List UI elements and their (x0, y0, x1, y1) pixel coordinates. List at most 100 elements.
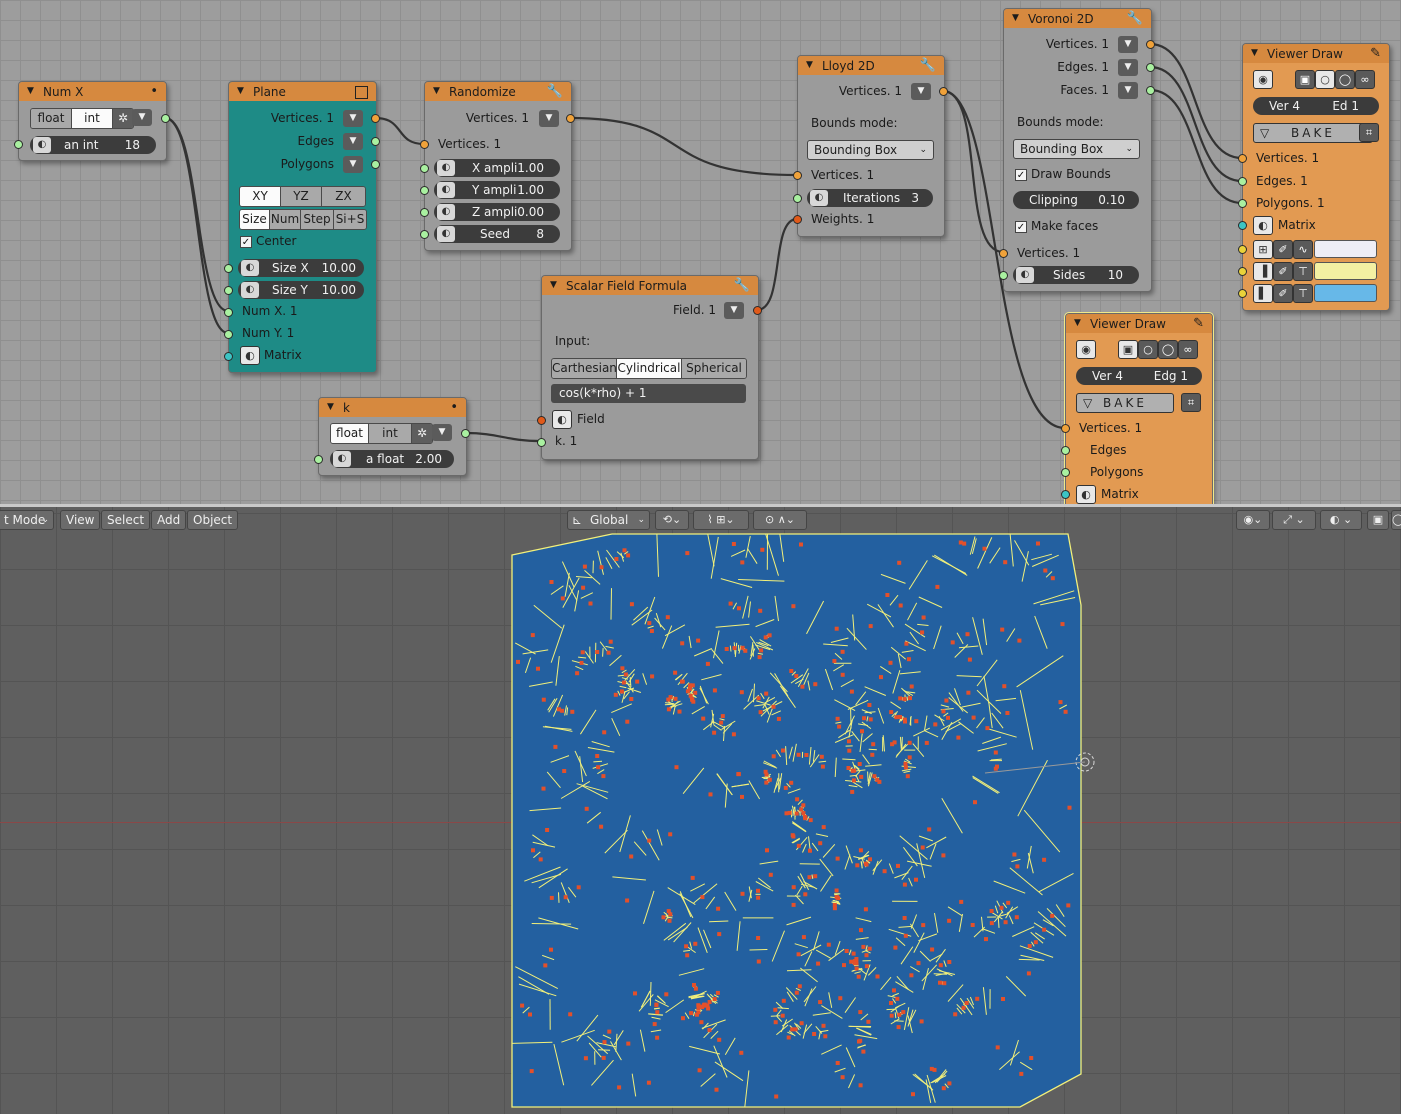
dropdown-button[interactable]: ▼ (724, 302, 744, 319)
socket-input-field[interactable] (537, 416, 546, 425)
node-editor[interactable]: ▼ Num X • float int ✲ ▼ ◐ an int 18 ▼ Pl… (0, 0, 1401, 504)
overlay-icon[interactable]: ◐ ⌄ (1320, 510, 1362, 530)
collapse-icon[interactable]: ▼ (433, 86, 440, 96)
eye-icon[interactable]: ◉ (1253, 70, 1273, 89)
socket-input-vertices[interactable] (1238, 154, 1247, 163)
dropdown-button[interactable]: ▼ (911, 83, 931, 100)
draw-bounds-checkbox[interactable]: ✓ (1015, 169, 1027, 181)
int-value-field[interactable]: ◐ an int 18 (30, 136, 156, 154)
visibility-icon[interactable]: ◉⌄ (1236, 510, 1270, 530)
curve-icon[interactable]: ∿ (1293, 240, 1313, 259)
mode-sis[interactable]: Si+S (334, 210, 366, 229)
socket-input-edges[interactable] (1238, 177, 1247, 186)
socket-output-polygons[interactable] (371, 160, 380, 169)
socket-toggle-icon[interactable]: ◐ (241, 282, 259, 298)
type-float[interactable]: float (31, 109, 72, 128)
node-scalar-field-formula[interactable]: ▼ Scalar Field Formula 🔧 Field. 1 ▼ Inpu… (537, 275, 762, 460)
socket-input-size-y[interactable] (224, 286, 233, 295)
dropdown-button[interactable]: ▼ (343, 110, 363, 127)
mode-step[interactable]: Step (301, 210, 334, 229)
size-x-field[interactable]: ◐ Size X 10.00 (238, 259, 364, 277)
socket-output-vertices[interactable] (566, 114, 575, 123)
type-toggle[interactable]: float int ✲ (330, 423, 433, 444)
socket-input-iterations[interactable] (793, 194, 802, 203)
proportional-edit-icon[interactable]: ⊙ ∧⌄ (753, 510, 807, 530)
coord-carthesian[interactable]: Carthesian (552, 359, 617, 378)
size-mode-toggle[interactable]: Size Num Step Si+S (239, 209, 367, 230)
formula-input[interactable]: cos(k*rho) + 1 (551, 384, 746, 403)
wire-icon[interactable]: ○ (1138, 340, 1158, 359)
socket-toggle-icon[interactable]: ◐ (437, 204, 455, 220)
node-header[interactable]: ▼ Randomize 🔧 (425, 82, 571, 101)
socket-toggle-icon[interactable]: ◐ (437, 160, 455, 176)
socket-output-vertices[interactable] (939, 87, 948, 96)
node-header[interactable]: ▼ k • (319, 398, 466, 417)
socket-input-matrix[interactable] (1238, 221, 1247, 230)
collapse-icon[interactable]: ▼ (806, 60, 813, 70)
coord-cylindrical[interactable]: Cylindrical (617, 359, 682, 378)
cube-icon[interactable]: ▣ (1295, 70, 1315, 89)
bounds-mode-select[interactable]: Bounding Box ⌄ (1013, 139, 1140, 159)
node-randomize[interactable]: ▼ Randomize 🔧 Vertices. 1 ▼ Vertices. 1 … (420, 81, 575, 251)
wire-icon[interactable]: ○ (1315, 70, 1335, 89)
socket-output-field[interactable] (753, 306, 762, 315)
snap-icon[interactable]: ⌇ ⊞⌄ (693, 510, 749, 530)
link-icon[interactable]: ∞ (1355, 70, 1375, 89)
type-int[interactable]: int (72, 109, 113, 128)
socket-output-vertices[interactable] (1146, 40, 1155, 49)
menu-view[interactable]: View (60, 510, 101, 530)
socket-toggle-icon[interactable]: ◐ (333, 451, 351, 467)
dropdown-button[interactable]: ▼ (343, 133, 363, 150)
iterations-field[interactable]: ◐ Iterations 3 (807, 189, 933, 207)
gear-icon[interactable]: ✲ (412, 424, 432, 443)
node-num-x[interactable]: ▼ Num X • float int ✲ ▼ ◐ an int 18 (14, 81, 170, 161)
socket-input-edges[interactable] (1061, 446, 1070, 455)
socket-input-matrix[interactable] (1061, 490, 1070, 499)
vertex-color-icon[interactable]: ⊞ (1253, 240, 1273, 259)
shading-icon[interactable]: ◯ (1391, 510, 1401, 530)
dropdown-button[interactable]: ▼ (1118, 59, 1138, 76)
z-ampli-field[interactable]: ◐ Z ampli 0.00 (434, 203, 560, 221)
socket-toggle-icon[interactable]: ◐ (437, 182, 455, 198)
node-voronoi-2d[interactable]: ▼ Voronoi 2D 🔧 Vertices. 1 ▼ Edges. 1 ▼ … (999, 8, 1155, 292)
float-value-field[interactable]: ◐ a float 2.00 (330, 450, 454, 468)
socket-input-z-ampli[interactable] (420, 208, 429, 217)
socket-input-matrix[interactable] (224, 352, 233, 361)
collapse-icon[interactable]: ▼ (237, 86, 244, 96)
dropdown-button[interactable]: ▼ (1118, 82, 1138, 99)
socket-input-num-y[interactable] (224, 330, 233, 339)
gear-icon[interactable]: ✲ (113, 109, 133, 128)
socket-toggle-icon[interactable]: ◐ (33, 137, 51, 153)
face-color-swatch[interactable] (1314, 284, 1377, 302)
socket-output[interactable] (461, 429, 470, 438)
socket-input-polygons[interactable] (1238, 199, 1247, 208)
eye-icon[interactable]: ◉ (1076, 340, 1096, 359)
node-header[interactable]: ▼ Scalar Field Formula 🔧 (542, 276, 758, 295)
node-viewer-draw-1[interactable]: ▼ Viewer Draw ✎ ◉ ▣ ○ ◯ ∞ Ver 4 Ed 1 ▽ B… (1238, 43, 1390, 311)
node-header[interactable]: ▼ Viewer Draw ✎ (1066, 314, 1212, 333)
socket-input-weights[interactable] (793, 215, 802, 224)
node-k[interactable]: ▼ k • float int ✲ ▼ ◐ a float 2.00 (314, 397, 470, 476)
socket-toggle-icon[interactable]: ◐ (1076, 485, 1096, 504)
collapse-icon[interactable]: ▼ (1074, 318, 1081, 328)
face-color-icon[interactable]: ▌ (1253, 284, 1273, 303)
axis-yz[interactable]: YZ (281, 187, 322, 206)
socket-input-vertices[interactable] (793, 171, 802, 180)
socket-input-vertex-color[interactable] (1238, 245, 1247, 254)
color-picker-icon[interactable]: ✐ (1273, 240, 1293, 259)
3d-viewport[interactable]: t Mode ⌄ View Select Add Object ⊾ Global… (0, 507, 1401, 1114)
node-header[interactable]: ▼ Plane (229, 82, 376, 101)
dropdown-button[interactable]: ▼ (539, 110, 559, 127)
sphere-icon[interactable]: ◯ (1335, 70, 1355, 89)
orientation-select[interactable]: ⊾ Global ⌄ (567, 510, 650, 530)
type-float[interactable]: float (331, 424, 369, 443)
socket-input-vertices[interactable] (1061, 424, 1070, 433)
node-tree-icon[interactable]: ⊤ (1293, 284, 1313, 303)
type-toggle[interactable]: float int ✲ (30, 108, 134, 129)
socket-output[interactable] (161, 114, 170, 123)
socket-output-edges[interactable] (371, 137, 380, 146)
socket-input-y-ampli[interactable] (420, 186, 429, 195)
mode-size[interactable]: Size (240, 210, 270, 229)
node-lloyd-2d[interactable]: ▼ Lloyd 2D 🔧 Vertices. 1 ▼ Bounds mode: … (793, 55, 948, 237)
node-plane[interactable]: ▼ Plane Vertices. 1 ▼ Edges ▼ Polygons ▼… (224, 81, 380, 373)
